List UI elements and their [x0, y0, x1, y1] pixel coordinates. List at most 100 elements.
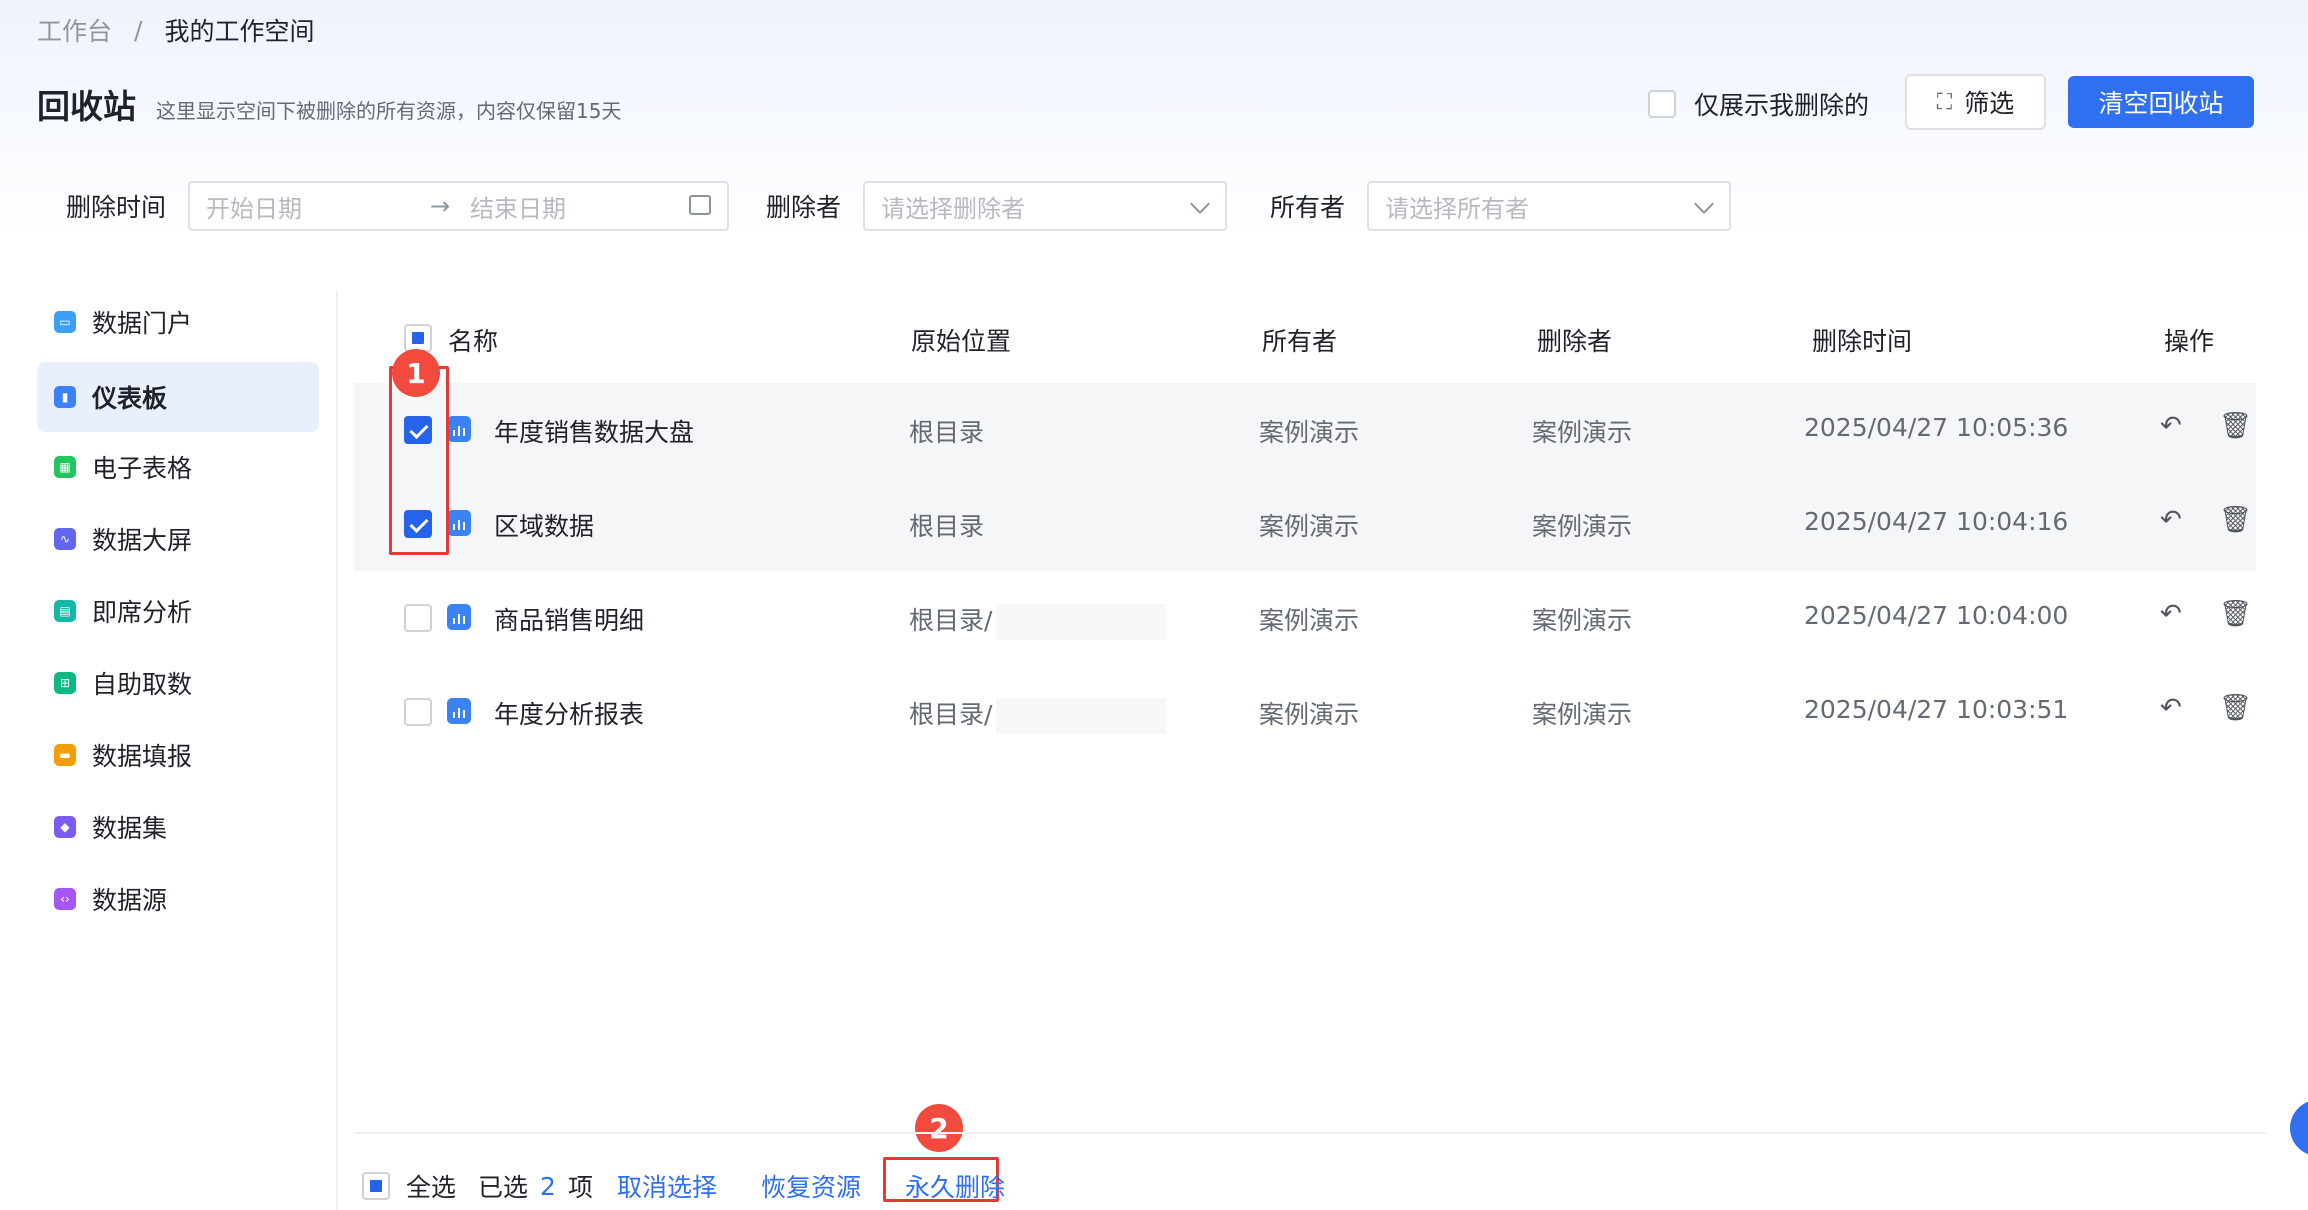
table-row[interactable]: 年度销售数据大盘 根目录 案例演示 案例演示 2025/04/27 10:05:… — [354, 383, 2256, 477]
row-location-text: 根目录/ — [909, 700, 993, 729]
date-range-input[interactable]: 开始日期 → 结束日期 — [188, 181, 729, 231]
dashboard-icon: ▮ — [54, 386, 76, 408]
adhoc-analysis-icon: ▤ — [54, 600, 76, 622]
row-checkbox[interactable] — [404, 604, 432, 632]
sidebar-item-dataset[interactable]: ◆ 数据集 — [37, 792, 319, 862]
row-deleter: 案例演示 — [1532, 606, 1633, 635]
dashboard-icon — [447, 698, 471, 724]
sidebar-item-label: 电子表格 — [92, 454, 193, 483]
sidebar-item-self-service[interactable]: ⊞ 自助取数 — [37, 648, 319, 718]
row-deleter: 案例演示 — [1532, 418, 1633, 447]
data-fill-icon: ▬ — [54, 744, 76, 766]
row-location: 根目录 — [909, 512, 985, 541]
recycle-bin-page: 工作台 / 我的工作空间 回收站 这里显示空间下被删除的所有资源，内容仅保留15… — [0, 0, 2308, 1210]
row-name: 商品销售明细 — [494, 606, 645, 635]
row-owner: 案例演示 — [1259, 418, 1360, 447]
floating-help-button[interactable] — [2290, 1100, 2308, 1156]
title-row: 回收站 这里显示空间下被删除的所有资源，内容仅保留15天 — [37, 80, 621, 128]
sidebar-item-data-fill[interactable]: ▬ 数据填报 — [37, 720, 319, 790]
delete-time-label: 删除时间 — [66, 193, 167, 222]
row-name: 年度分析报表 — [494, 700, 645, 729]
column-header-name[interactable]: 名称 — [448, 322, 498, 358]
delete-time-filter: 删除时间 — [66, 181, 166, 231]
column-header-location: 原始位置 — [911, 327, 1012, 356]
empty-recycle-bin-button[interactable]: 清空回收站 — [2068, 76, 2254, 128]
row-name: 区域数据 — [494, 512, 595, 541]
restore-icon[interactable]: ↶ — [2160, 411, 2182, 441]
sidebar-item-label: 数据大屏 — [92, 526, 193, 555]
calendar-icon — [689, 195, 711, 215]
breadcrumb-separator: / — [134, 15, 143, 45]
end-date-placeholder: 结束日期 — [470, 194, 566, 223]
row-location: 根目录/ — [909, 601, 1167, 640]
datasource-icon: ‹› — [54, 888, 76, 910]
restore-icon[interactable]: ↶ — [2160, 505, 2182, 535]
annotation-badge-2: 2 — [915, 1104, 963, 1152]
deleter-select[interactable]: 请选择删除者 — [863, 181, 1227, 231]
row-deleted-at: 2025/04/27 10:04:00 — [1804, 601, 2069, 630]
row-owner: 案例演示 — [1259, 512, 1360, 541]
resource-type-sidebar: ▭ 数据门户 ▮ 仪表板 ▦ 电子表格 ∿ 数据大屏 ▤ 即席分析 ⊞ 自助取数… — [0, 290, 338, 1210]
row-deleted-at: 2025/04/27 10:04:16 — [1804, 507, 2069, 536]
owner-select[interactable]: 请选择所有者 — [1367, 181, 1731, 231]
dashboard-icon — [447, 416, 471, 442]
column-header-deleter: 删除者 — [1537, 327, 1613, 356]
chevron-down-icon — [1190, 194, 1210, 214]
deleter-label: 删除者 — [766, 193, 842, 222]
empty-recycle-bin-label: 清空回收站 — [2098, 89, 2224, 118]
trash-icon[interactable]: 🗑 — [2219, 505, 2252, 535]
sidebar-item-datasource[interactable]: ‹› 数据源 — [37, 864, 319, 934]
row-deleted-at: 2025/04/27 10:03:51 — [1804, 695, 2069, 724]
row-deleter: 案例演示 — [1532, 512, 1633, 541]
sidebar-item-label: 仪表板 — [92, 384, 168, 413]
filter-button[interactable]: ⛶ 筛选 — [1905, 74, 2046, 130]
row-checkbox[interactable] — [404, 698, 432, 726]
sidebar-item-portal[interactable]: ▭ 数据门户 — [37, 287, 319, 357]
footer-select-all-checkbox[interactable] — [362, 1172, 390, 1200]
table-row[interactable]: 年度分析报表 根目录/ 案例演示 案例演示 2025/04/27 10:03:5… — [354, 665, 2256, 759]
sidebar-item-label: 数据门户 — [92, 309, 193, 338]
page-title: 回收站 — [37, 87, 136, 126]
column-header-actions: 操作 — [2164, 327, 2215, 356]
restore-icon[interactable]: ↶ — [2160, 693, 2182, 723]
only-mine-toggle[interactable]: 仅展示我删除的 — [1648, 86, 1869, 122]
permanent-delete-link[interactable]: 永久删除 — [905, 1168, 1005, 1204]
trash-icon[interactable]: 🗑 — [2219, 599, 2252, 629]
deleter-filter: 删除者 — [766, 181, 841, 231]
table-row[interactable]: 商品销售明细 根目录/ 案例演示 案例演示 2025/04/27 10:04:0… — [354, 571, 2256, 665]
sidebar-item-spreadsheet[interactable]: ▦ 电子表格 — [37, 432, 319, 502]
restore-icon[interactable]: ↶ — [2160, 599, 2182, 629]
column-header-owner: 所有者 — [1262, 327, 1338, 356]
row-location: 根目录/ — [909, 695, 1167, 734]
dataset-icon: ◆ — [54, 816, 76, 838]
spreadsheet-icon: ▦ — [54, 456, 76, 478]
trash-icon[interactable]: 🗑 — [2219, 411, 2252, 441]
cancel-selection-link[interactable]: 取消选择 — [617, 1168, 717, 1204]
sidebar-item-label: 数据源 — [92, 886, 168, 915]
sidebar-item-adhoc-analysis[interactable]: ▤ 即席分析 — [37, 576, 319, 646]
breadcrumb-root[interactable]: 工作台 — [37, 12, 112, 48]
sidebar-item-dashboard[interactable]: ▮ 仪表板 — [37, 362, 319, 432]
redacted-path — [996, 604, 1167, 640]
select-all-checkbox[interactable] — [404, 324, 432, 352]
select-all-label[interactable]: 全选 — [406, 1168, 456, 1204]
only-mine-label: 仅展示我删除的 — [1694, 91, 1870, 120]
redacted-path — [996, 698, 1167, 734]
self-service-icon: ⊞ — [54, 672, 76, 694]
row-name: 年度销售数据大盘 — [494, 418, 695, 447]
row-owner: 案例演示 — [1259, 606, 1360, 635]
page-description: 这里显示空间下被删除的所有资源，内容仅保留15天 — [156, 99, 622, 123]
table-row[interactable]: 区域数据 根目录 案例演示 案例演示 2025/04/27 10:04:16 ↶… — [354, 477, 2256, 571]
date-range-arrow: → — [430, 192, 451, 220]
deleter-select-wrap: 请选择删除者 — [863, 181, 1227, 231]
column-header-deleted-at[interactable]: 删除时间 — [1812, 322, 1912, 358]
sidebar-item-label: 即席分析 — [92, 598, 193, 627]
only-mine-checkbox[interactable] — [1648, 90, 1676, 118]
trash-icon[interactable]: 🗑 — [2219, 693, 2252, 723]
date-range-picker[interactable]: 开始日期 → 结束日期 — [188, 181, 729, 231]
row-location: 根目录 — [909, 418, 985, 447]
selected-prefix: 已选 — [478, 1173, 529, 1202]
sidebar-item-big-screen[interactable]: ∿ 数据大屏 — [37, 504, 319, 574]
row-owner: 案例演示 — [1259, 700, 1360, 729]
restore-resources-link[interactable]: 恢复资源 — [761, 1168, 861, 1204]
